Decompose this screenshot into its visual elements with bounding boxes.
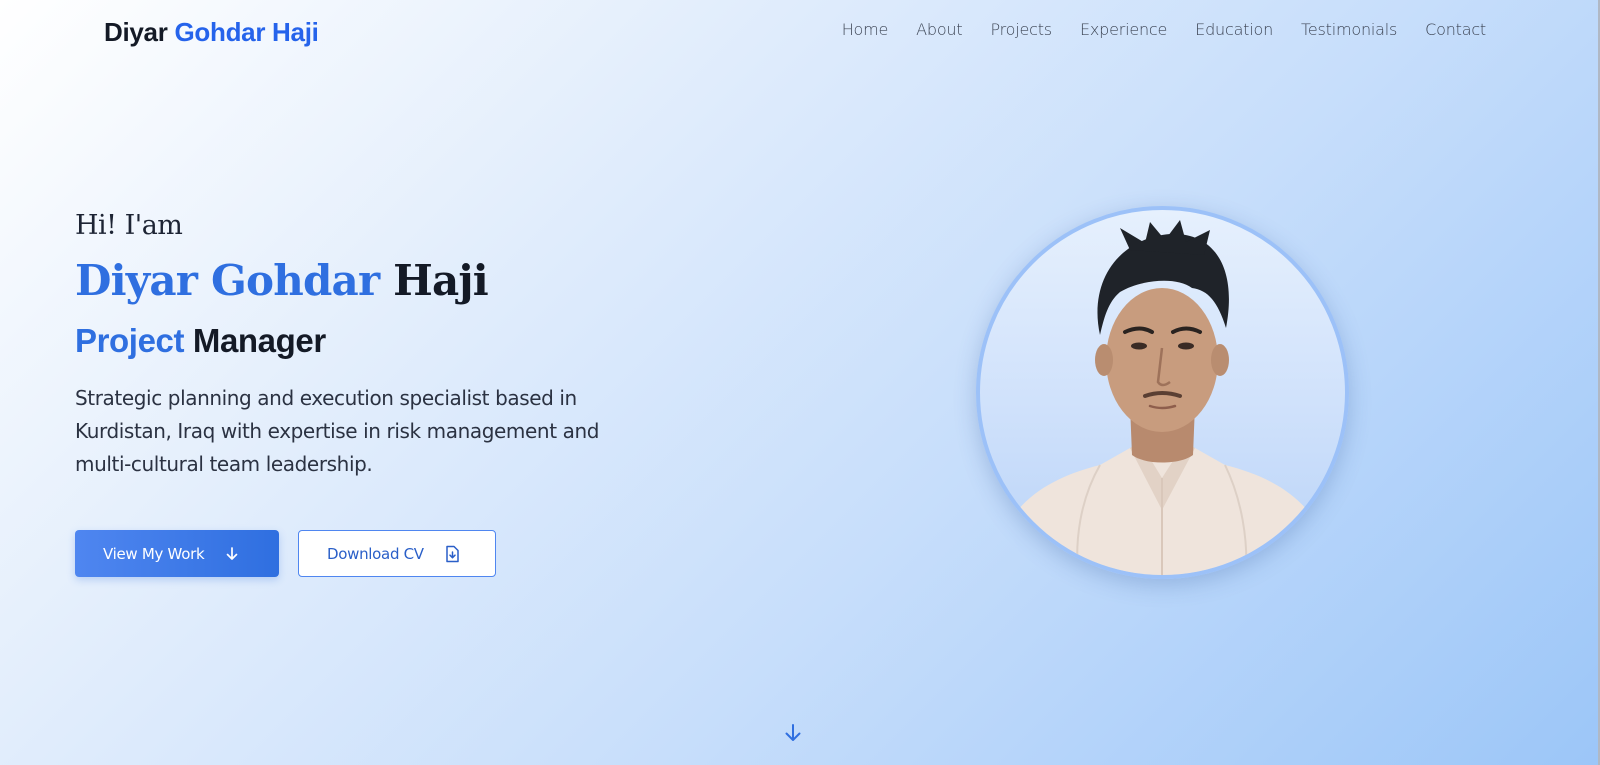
hero-name-rest: Haji bbox=[393, 256, 489, 305]
nav-link-about[interactable]: About bbox=[916, 20, 963, 39]
nav-links: Home About Projects Experience Education… bbox=[842, 20, 1487, 39]
portrait-illustration bbox=[990, 220, 1335, 575]
arrow-down-icon[interactable] bbox=[782, 722, 804, 749]
hero-role-rest: Manager bbox=[192, 322, 326, 360]
nav-link-projects[interactable]: Projects bbox=[990, 20, 1052, 39]
hero-name-highlight: Diyar Gohdar bbox=[75, 256, 380, 305]
nav-link-home[interactable]: Home bbox=[842, 20, 889, 39]
logo-first-name: Diyar bbox=[104, 17, 168, 47]
nav-link-contact[interactable]: Contact bbox=[1425, 20, 1486, 39]
hero-bio: Strategic planning and execution special… bbox=[75, 386, 600, 477]
top-navigation: Diyar Gohdar Haji Home About Projects Ex… bbox=[0, 0, 1598, 64]
hero-section: Hi! I'am Diyar Gohdar Haji Project Manag… bbox=[75, 210, 675, 481]
arrow-down-icon bbox=[224, 546, 240, 562]
hero-greeting: Hi! I'am bbox=[75, 210, 183, 241]
file-download-icon bbox=[444, 545, 460, 563]
profile-photo bbox=[976, 206, 1349, 579]
download-cv-button[interactable]: Download CV bbox=[298, 530, 496, 577]
site-logo[interactable]: Diyar Gohdar Haji bbox=[104, 17, 319, 48]
view-my-work-label: View My Work bbox=[103, 544, 205, 563]
nav-link-experience[interactable]: Experience bbox=[1080, 20, 1167, 39]
hero-role-highlight: Project bbox=[75, 322, 185, 360]
nav-link-education[interactable]: Education bbox=[1195, 20, 1273, 39]
nav-link-testimonials[interactable]: Testimonials bbox=[1301, 20, 1397, 39]
download-cv-label: Download CV bbox=[327, 544, 424, 563]
hero-role: Project Manager bbox=[75, 322, 675, 360]
logo-last-name: Gohdar Haji bbox=[174, 17, 319, 47]
view-my-work-button[interactable]: View My Work bbox=[75, 530, 279, 577]
hero-buttons: View My Work Download CV bbox=[75, 530, 496, 577]
hero-name: Diyar Gohdar Haji bbox=[75, 256, 675, 305]
